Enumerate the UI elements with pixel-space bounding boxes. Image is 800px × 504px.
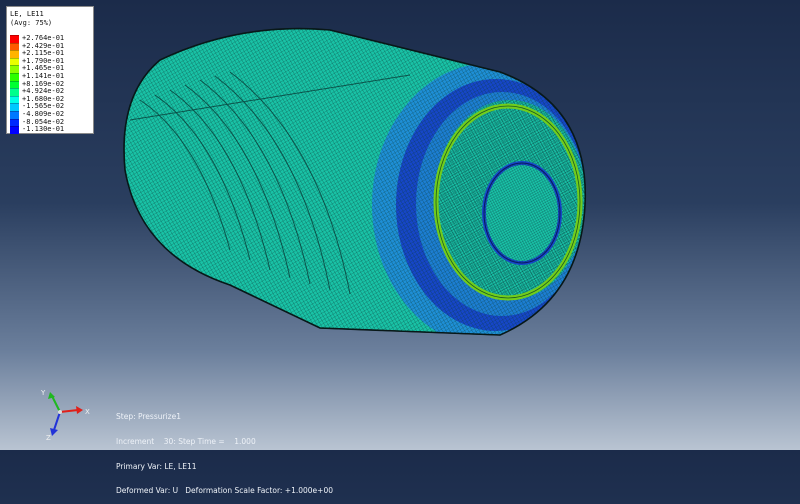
x-axis-head [76, 406, 83, 414]
legend-swatch [10, 72, 19, 81]
legend-swatch [10, 88, 19, 96]
legend-swatch [10, 103, 19, 111]
legend-swatch [10, 118, 19, 127]
z-axis-label: Z [46, 434, 51, 442]
legend-value: -1.130e-01 [22, 125, 65, 134]
step-info-block: Step: Pressurize1 Increment 30: Step Tim… [116, 397, 333, 504]
legend-swatch [10, 95, 19, 104]
y-axis-arrow [51, 395, 61, 413]
axis-triad: Y X Z [40, 389, 90, 442]
model-viewport[interactable] [0, 0, 800, 450]
pressure-vessel-model[interactable] [100, 0, 620, 360]
z-axis-arrow [53, 411, 61, 431]
x-axis-label: X [85, 408, 90, 416]
legend-swatch [10, 126, 19, 134]
z-axis-head [50, 428, 58, 436]
legend-swatch [10, 42, 19, 51]
legend-swatch [10, 57, 19, 66]
legend-entries: +2.764e-01 +2.429e-01 +2.115e-01 +1.790e-01… [10, 34, 64, 134]
primary-var-label: Primary Var: LE, LE11 [116, 461, 197, 471]
legend-title: LE, LE11 [10, 10, 44, 18]
legend-entry: -1.130e-01 [10, 126, 64, 134]
x-axis-arrow [59, 409, 79, 413]
legend-swatch [10, 50, 19, 58]
legend-swatch [10, 80, 19, 89]
increment-label: Increment 30: Step Time = 1.000 [116, 437, 256, 447]
contour-legend: LE, LE11 (Avg: 75%) +2.764e-01 +2.429e-01… [6, 6, 94, 134]
y-axis-label: Y [40, 389, 46, 397]
legend-subtitle: (Avg: 75%) [10, 19, 53, 27]
legend-swatch [10, 110, 19, 119]
legend-swatch [10, 35, 19, 43]
step-label: Step: Pressurize1 [116, 412, 181, 422]
legend-swatch [10, 65, 19, 73]
deformed-var-label: Deformed Var: U Deformation Scale Factor… [116, 486, 334, 496]
